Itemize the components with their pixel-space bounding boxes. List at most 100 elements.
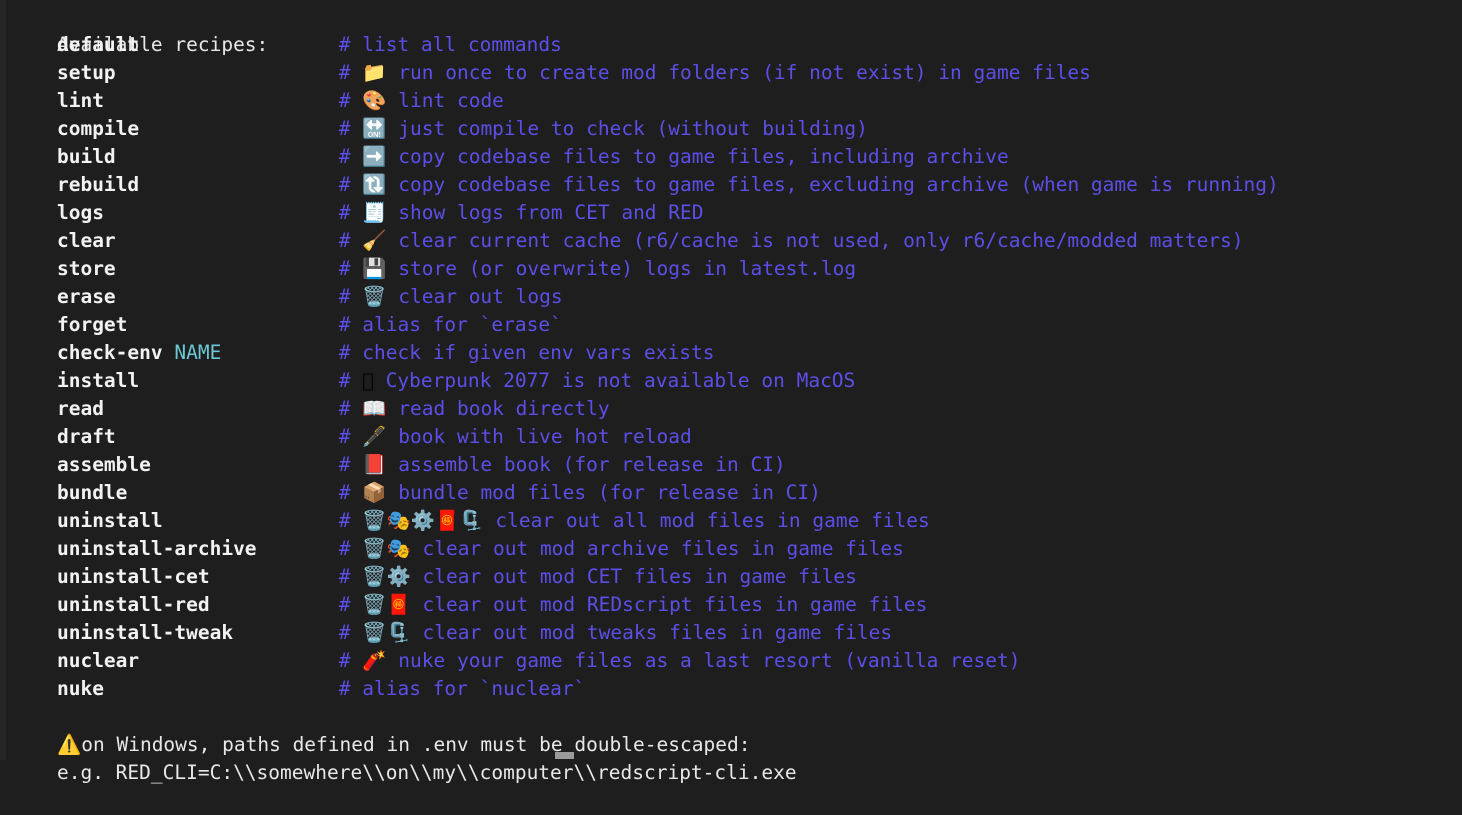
icon-gap bbox=[387, 453, 399, 476]
icon-gap bbox=[411, 593, 423, 616]
recipe-row[interactable]: read # 📖 read book directly bbox=[0, 395, 1462, 423]
fountain-pen-icon: 🖋️ bbox=[362, 425, 387, 448]
recipe-name: build bbox=[56, 145, 116, 168]
recipe-row[interactable]: compile # 🔛 just compile to check (witho… bbox=[0, 115, 1462, 143]
comment-hash: # bbox=[338, 369, 363, 392]
recipe-name: store bbox=[56, 257, 116, 280]
closed-book-icon: 📕 bbox=[362, 453, 387, 476]
recipe-row[interactable]: bundle # 📦 bundle mod files (for release… bbox=[0, 479, 1462, 507]
comment-hash: # bbox=[338, 145, 363, 168]
terminal-window[interactable]: Available recipes: default # list all co… bbox=[0, 0, 1462, 784]
recipe-column-gap bbox=[127, 313, 338, 336]
recipe-indent bbox=[10, 229, 57, 252]
recipe-comment: lint code bbox=[398, 89, 504, 112]
recipe-row[interactable]: forget # alias for `erase` bbox=[0, 311, 1462, 339]
comment-hash: # bbox=[338, 537, 363, 560]
comment-hash: # bbox=[338, 593, 363, 616]
recipe-indent bbox=[10, 621, 57, 644]
recipe-row[interactable]: check-env NAME # check if given env vars… bbox=[0, 339, 1462, 367]
recipe-column-gap bbox=[104, 89, 339, 112]
recipe-indent bbox=[10, 649, 57, 672]
recipe-column-gap bbox=[139, 117, 339, 140]
recipe-name: read bbox=[56, 397, 104, 420]
recipe-row[interactable]: uninstall-archive # 🗑️🎭 clear out mod ar… bbox=[0, 535, 1462, 563]
recipe-name: draft bbox=[56, 425, 116, 448]
recipe-indent bbox=[10, 117, 57, 140]
recipe-name: uninstall bbox=[56, 509, 163, 532]
recipe-name: setup bbox=[56, 61, 116, 84]
recipe-column-gap bbox=[104, 201, 339, 224]
recipe-column-gap bbox=[139, 369, 339, 392]
recipe-column-gap bbox=[116, 425, 339, 448]
recipe-row[interactable]: uninstall-cet # 🗑️⚙️ clear out mod CET f… bbox=[0, 563, 1462, 591]
footer-example-text: e.g. RED_CLI=C:\\somewhere\\on\\my\\comp… bbox=[56, 761, 797, 784]
recipe-row[interactable]: nuke # alias for `nuclear` bbox=[0, 675, 1462, 703]
recipe-column-gap bbox=[163, 509, 339, 532]
recipe-row[interactable]: lint # 🎨 lint code bbox=[0, 87, 1462, 115]
comment-hash: # bbox=[338, 565, 363, 588]
wastebasket-envelope-icons: 🗑️🧧 bbox=[362, 593, 411, 616]
icon-gap bbox=[411, 537, 423, 560]
recipe-row[interactable]: build # ➡️ copy codebase files to game f… bbox=[0, 143, 1462, 171]
recipe-row[interactable]: uninstall # 🗑️🎭⚙️🧧🗜️ clear out all mod f… bbox=[0, 507, 1462, 535]
recipe-name: bundle bbox=[56, 481, 128, 504]
recipe-name: rebuild bbox=[56, 173, 140, 196]
recipe-column-gap bbox=[257, 537, 339, 560]
recipe-row[interactable]: draft # 🖋️ book with live hot reload bbox=[0, 423, 1462, 451]
recipe-comment: check if given env vars exists bbox=[362, 341, 715, 364]
recipe-name: forget bbox=[56, 313, 128, 336]
recipe-row[interactable]: clear # 🧹 clear current cache (r6/cache … bbox=[0, 227, 1462, 255]
recipe-comment: clear out mod CET files in game files bbox=[422, 565, 857, 588]
package-icon: 📦 bbox=[362, 481, 387, 504]
recipe-row[interactable]: assemble # 📕 assemble book (for release … bbox=[0, 451, 1462, 479]
icon-gap bbox=[484, 509, 496, 532]
recipe-column-gap bbox=[116, 145, 339, 168]
recipe-name: assemble bbox=[56, 453, 151, 476]
recipe-column-gap bbox=[151, 453, 339, 476]
recipe-column-gap bbox=[139, 649, 339, 672]
recipe-name: uninstall-cet bbox=[56, 565, 210, 588]
recipe-column-gap bbox=[139, 33, 339, 56]
recipe-name: erase bbox=[56, 285, 116, 308]
comment-hash: # bbox=[338, 649, 363, 672]
comment-hash: # bbox=[338, 201, 363, 224]
icon-gap bbox=[387, 649, 399, 672]
recipe-name: default bbox=[56, 33, 140, 56]
recipe-name: uninstall-tweak bbox=[56, 621, 234, 644]
recipe-column-gap bbox=[210, 593, 339, 616]
recipe-row[interactable]: logs # 🧾 show logs from CET and RED bbox=[0, 199, 1462, 227]
recipe-name: install bbox=[56, 369, 140, 392]
recipe-row[interactable]: rebuild # 🔃 copy codebase files to game … bbox=[0, 171, 1462, 199]
recipe-row[interactable]: install #  Cyberpunk 2077 is not availa… bbox=[0, 367, 1462, 395]
recipe-row[interactable]: default # list all commands bbox=[0, 31, 1462, 59]
comment-hash: # bbox=[338, 313, 363, 336]
recipe-row[interactable]: uninstall-tweak # 🗑️🗜️ clear out mod twe… bbox=[0, 619, 1462, 647]
recipe-indent bbox=[10, 257, 57, 280]
right-arrow-icon: ➡️ bbox=[362, 145, 387, 168]
recipes-header: Available recipes: bbox=[0, 3, 1462, 56]
recipe-name-param-gap bbox=[163, 341, 175, 364]
recipe-row[interactable]: uninstall-red # 🗑️🧧 clear out mod REDscr… bbox=[0, 591, 1462, 619]
icon-gap bbox=[387, 61, 399, 84]
recipe-comment: copy codebase files to game files, inclu… bbox=[398, 145, 1009, 168]
comment-hash: # bbox=[338, 61, 363, 84]
recipe-row[interactable]: setup # 📁 run once to create mod folders… bbox=[0, 59, 1462, 87]
wastebasket-masks-gear-envelope-clamp-icons: 🗑️🎭⚙️🧧🗜️ bbox=[362, 509, 484, 532]
comment-hash: # bbox=[338, 509, 363, 532]
icon-gap bbox=[411, 565, 423, 588]
icon-gap bbox=[387, 229, 399, 252]
wastebasket-clamp-icons: 🗑️🗜️ bbox=[362, 621, 411, 644]
comment-hash: # bbox=[338, 89, 363, 112]
comment-hash: # bbox=[338, 621, 363, 644]
wastebasket-masks-icons: 🗑️🎭 bbox=[362, 537, 411, 560]
icon-gap bbox=[387, 285, 399, 308]
recipe-column-gap bbox=[116, 229, 339, 252]
recipe-row[interactable]: store # 💾 store (or overwrite) logs in l… bbox=[0, 255, 1462, 283]
recipe-name: clear bbox=[56, 229, 116, 252]
recipe-comment: bundle mod files (for release in CI) bbox=[398, 481, 821, 504]
recipe-row[interactable]: erase # 🗑️ clear out logs bbox=[0, 283, 1462, 311]
recipe-column-gap bbox=[104, 397, 339, 420]
recipe-row[interactable]: nuclear # 🧨 nuke your game files as a la… bbox=[0, 647, 1462, 675]
recipe-indent bbox=[10, 341, 57, 364]
floppy-disk-icon: 💾 bbox=[362, 257, 387, 280]
